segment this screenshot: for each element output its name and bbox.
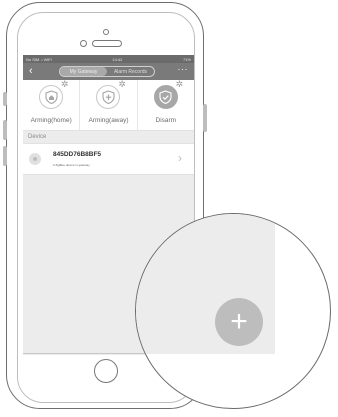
add-device-button[interactable]: +: [215, 298, 263, 346]
mode-label: Disarm: [155, 117, 177, 124]
zoom-callout: +: [135, 213, 331, 409]
volume-up-button: [3, 120, 7, 140]
mode-selector: ✲ Arming(home) ✲ Arming(away) ✲ Disarm: [23, 80, 194, 131]
sensor-icon: [80, 40, 87, 47]
mode-arming-away[interactable]: ✲ Arming(away): [80, 80, 138, 130]
tab-my-gateway[interactable]: My Gateway: [60, 67, 107, 76]
nav-bar: ‹ My Gateway Alarm Records ···: [23, 63, 194, 80]
power-button: [203, 104, 207, 132]
tab-alarm-records[interactable]: Alarm Records: [107, 67, 154, 76]
clock-text: 14:42: [112, 56, 123, 62]
device-icon: [29, 153, 41, 165]
shield-check-icon: [153, 85, 178, 109]
segmented-control: My Gateway Alarm Records: [59, 66, 155, 77]
carrier-text: No SIM • WiFi: [26, 56, 52, 62]
gear-icon[interactable]: ✲: [61, 80, 69, 89]
speaker-grille: [92, 40, 122, 47]
shield-plus-icon: [96, 85, 121, 109]
mode-label: Arming(home): [30, 117, 72, 124]
chevron-left-icon[interactable]: ‹: [29, 65, 33, 78]
shield-home-icon: [39, 85, 63, 109]
device-name: 845DD76B8BF5: [53, 151, 102, 158]
mute-switch: [3, 92, 7, 106]
section-title: Device: [28, 134, 47, 140]
mode-label: Arming(away): [88, 117, 129, 124]
gear-icon[interactable]: ✲: [176, 80, 184, 89]
list-item[interactable]: 845DD76B8BF5 0 ZigBee device in gateway …: [23, 143, 194, 175]
home-button: [94, 359, 118, 383]
volume-down-button: [3, 146, 7, 166]
chevron-right-icon: ›: [178, 151, 182, 165]
more-horizontal-icon[interactable]: ···: [178, 64, 189, 74]
mode-arming-home[interactable]: ✲ Arming(home): [23, 80, 81, 130]
status-bar: No SIM • WiFi 14:42 71%: [23, 55, 194, 63]
mode-disarm[interactable]: ✲ Disarm: [138, 80, 194, 130]
gear-icon[interactable]: ✲: [118, 80, 126, 89]
battery-text: 71%: [182, 56, 191, 62]
device-subtitle: 0 ZigBee device in gateway: [53, 163, 90, 167]
plus-icon: +: [230, 305, 248, 338]
front-camera-icon: [103, 29, 109, 35]
